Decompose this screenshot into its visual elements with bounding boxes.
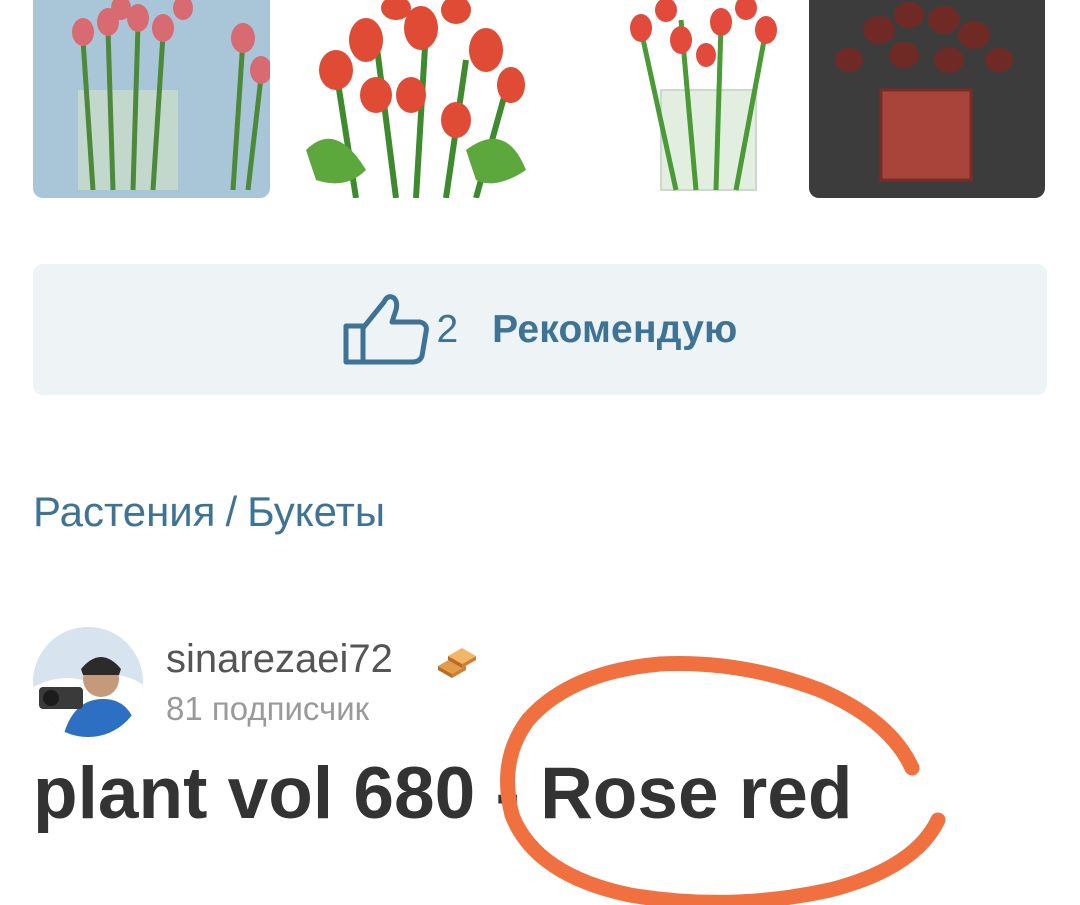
recommend-count: 2 (436, 307, 459, 351)
breadcrumb-category-link[interactable]: Растения (33, 488, 216, 535)
preview-thumbnail-4[interactable] (809, 0, 1045, 198)
author-name[interactable]: sinarezaei72 (166, 637, 393, 682)
author-avatar[interactable] (33, 627, 143, 737)
tulip-vase-image (72, 0, 270, 191)
preview-thumbnail-1[interactable] (33, 0, 270, 198)
preview-thumbnail-2[interactable] (296, 0, 533, 198)
tulip-bouquet-image (306, 0, 526, 198)
product-title: plant vol 680 - Rose red (33, 753, 853, 834)
breadcrumb-separator: / (225, 488, 238, 535)
author-subscriber-count: 81 подписчик (166, 690, 370, 727)
preview-thumbnails (33, 0, 1045, 198)
breadcrumb: Растения / Букеты (33, 488, 385, 536)
gold-bars-badge-icon (438, 648, 476, 678)
recommend-label: Рекомендую (492, 307, 738, 351)
preview-thumbnail-3[interactable] (571, 0, 808, 198)
recommend-button[interactable]: 2 Рекомендую (33, 264, 1047, 395)
tulip-glass-vase-image (630, 0, 777, 191)
clay-render-image (835, 2, 1013, 182)
breadcrumb-subcategory-link[interactable]: Букеты (247, 488, 385, 535)
thumbs-up-icon (343, 293, 430, 364)
photographer-avatar-image (33, 627, 143, 737)
